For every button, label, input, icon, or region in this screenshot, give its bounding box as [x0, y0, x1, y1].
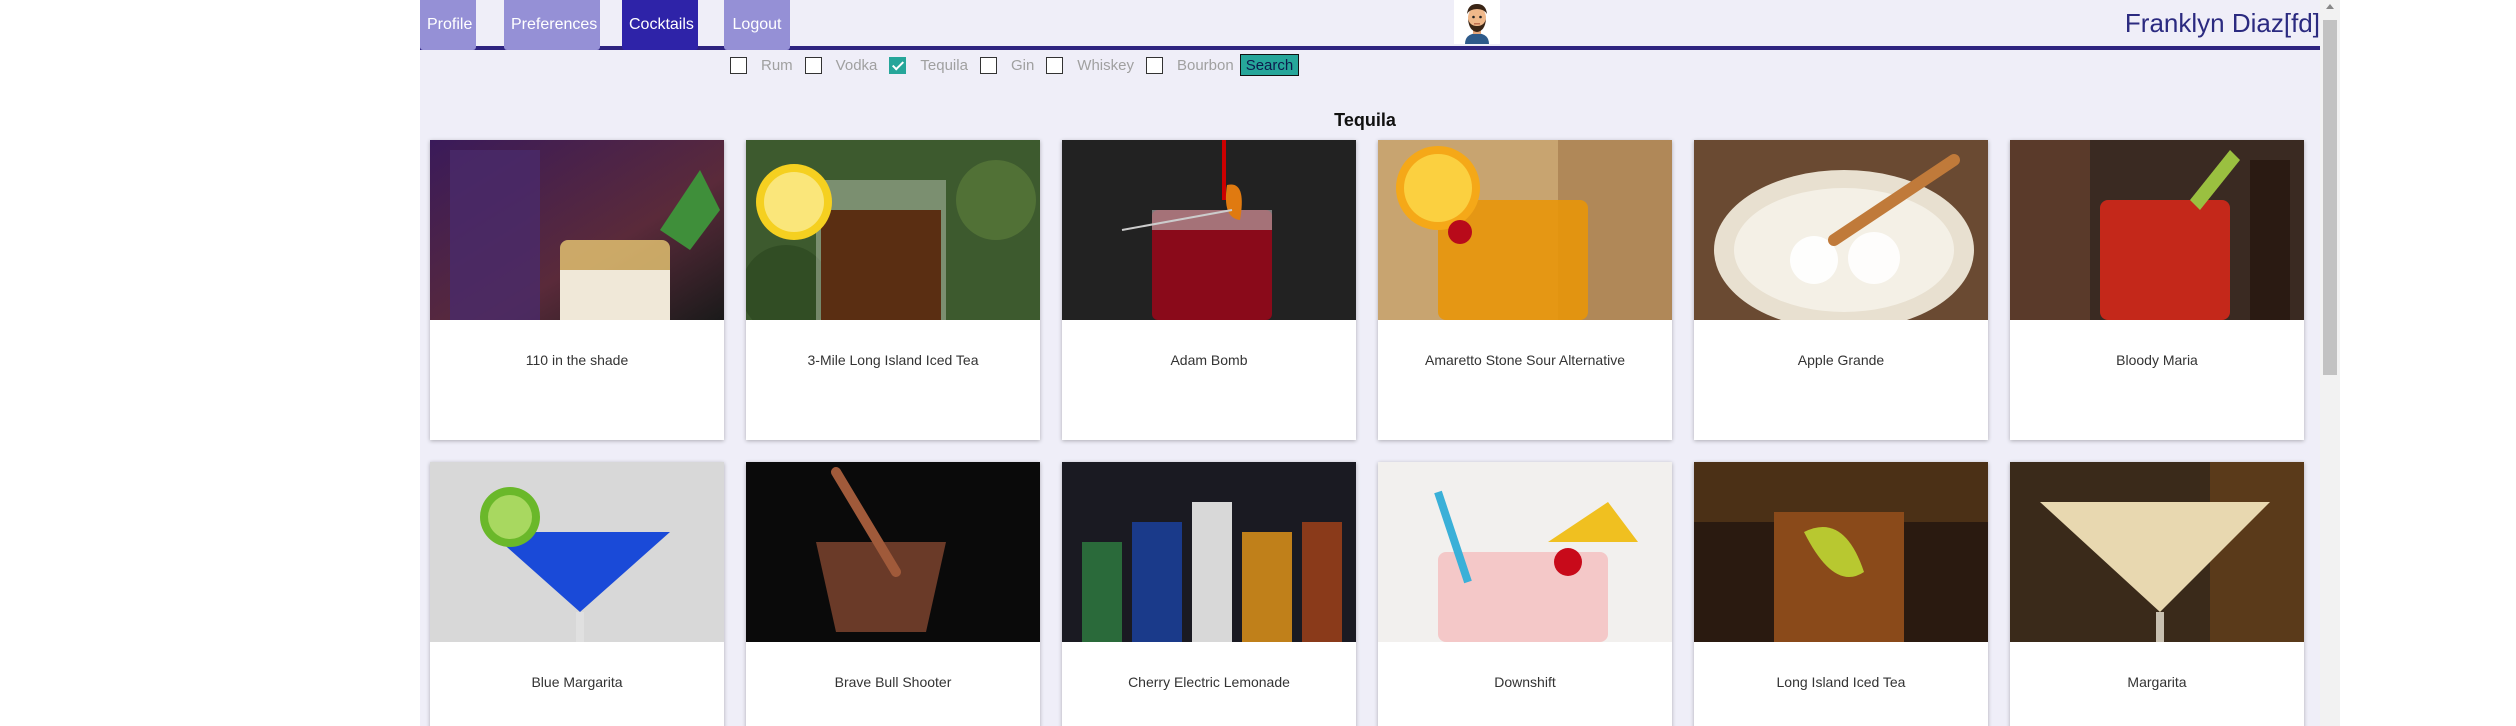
filter-rum-checkbox[interactable]	[730, 56, 747, 74]
cocktail-name: Cherry Electric Lemonade	[1128, 674, 1290, 690]
cocktail-card[interactable]: Amaretto Stone Sour Alternative	[1378, 140, 1672, 440]
tab-profile[interactable]: Profile	[420, 0, 476, 50]
cocktail-name: Bloody Maria	[2116, 352, 2198, 368]
cocktail-image-adam-bomb	[1062, 140, 1356, 320]
cocktail-image-downshift	[1378, 462, 1672, 642]
app-container: Profile Preferences Cocktails Logout Fra…	[420, 0, 2320, 726]
cocktail-card[interactable]: Margarita	[2010, 462, 2304, 726]
cocktail-name: Downshift	[1494, 674, 1556, 690]
filter-tequila-checkbox[interactable]	[889, 56, 907, 74]
section-title: Tequila	[1334, 110, 1396, 130]
tab-cocktails[interactable]: Cocktails	[622, 0, 698, 50]
filter-gin-label: Gin	[1010, 56, 1035, 74]
cocktail-card[interactable]: Downshift	[1378, 462, 1672, 726]
cocktail-card[interactable]: Cherry Electric Lemonade	[1062, 462, 1356, 726]
tab-logout[interactable]: Logout	[724, 0, 790, 50]
cocktail-image-long-island-iced-tea	[1694, 462, 1988, 642]
liquor-filter-bar: Rum Vodka Tequila Gin Whiskey Bourbon Se…	[730, 52, 1300, 78]
filter-bourbon-checkbox[interactable]	[1145, 56, 1163, 74]
cocktail-name: 3-Mile Long Island Iced Tea	[807, 352, 979, 368]
filter-bourbon-label: Bourbon	[1176, 56, 1234, 74]
cocktail-card[interactable]: Blue Margarita	[430, 462, 724, 726]
cocktail-image-blue-margarita	[430, 462, 724, 642]
filter-whiskey-checkbox[interactable]	[1046, 56, 1064, 74]
cocktail-card[interactable]: 3-Mile Long Island Iced Tea	[746, 140, 1040, 440]
avatar[interactable]	[1454, 0, 1500, 44]
filter-rum-label: Rum	[761, 56, 793, 74]
user-name: Franklyn Diaz[fd]	[2124, 8, 2320, 38]
filter-whiskey-label: Whiskey	[1077, 56, 1134, 74]
cocktail-name: Amaretto Stone Sour Alternative	[1425, 352, 1625, 368]
cocktail-image-amaretto-stone-sour-alternative	[1378, 140, 1672, 320]
cocktail-image-brave-bull-shooter	[746, 462, 1040, 642]
cocktail-card[interactable]: Bloody Maria	[2010, 140, 2304, 440]
cocktail-card[interactable]: Apple Grande	[1694, 140, 1988, 440]
cocktail-image-3-mile-long-island-iced-tea	[746, 140, 1040, 320]
cocktail-image-apple-grande	[1694, 140, 1988, 320]
top-navbar: Profile Preferences Cocktails Logout Fra…	[420, 0, 2320, 50]
cocktail-name: 110 in the shade	[525, 352, 629, 368]
scroll-up-arrow-icon[interactable]	[2326, 4, 2334, 9]
filter-vodka-checkbox[interactable]	[804, 56, 822, 74]
search-button[interactable]: Search	[1239, 54, 1300, 76]
cocktail-image-bloody-maria	[2010, 140, 2304, 320]
cocktail-card[interactable]: 110 in the shade	[430, 140, 724, 440]
cocktail-name: Adam Bomb	[1170, 352, 1248, 368]
scroll-thumb[interactable]	[2323, 20, 2337, 375]
vertical-scrollbar[interactable]	[2320, 0, 2340, 726]
cocktail-image-cherry-electric-lemonade	[1062, 462, 1356, 642]
filter-vodka-label: Vodka	[835, 56, 878, 74]
bearded-man-avatar-icon	[1454, 0, 1500, 44]
filter-gin-checkbox[interactable]	[979, 56, 997, 74]
filter-tequila-label: Tequila	[920, 56, 968, 74]
cocktail-image-110-in-the-shade	[430, 140, 724, 320]
cocktail-name: Margarita	[2127, 674, 2187, 690]
cocktail-card[interactable]: Long Island Iced Tea	[1694, 462, 1988, 726]
cocktail-name: Brave Bull Shooter	[834, 674, 952, 690]
tab-preferences[interactable]: Preferences	[504, 0, 600, 50]
cocktail-card[interactable]: Brave Bull Shooter	[746, 462, 1040, 726]
cocktail-name: Blue Margarita	[531, 674, 623, 690]
cocktail-name: Long Island Iced Tea	[1776, 674, 1906, 690]
cocktail-name: Apple Grande	[1797, 352, 1885, 368]
cocktail-image-margarita	[2010, 462, 2304, 642]
cocktail-card[interactable]: Adam Bomb	[1062, 140, 1356, 440]
